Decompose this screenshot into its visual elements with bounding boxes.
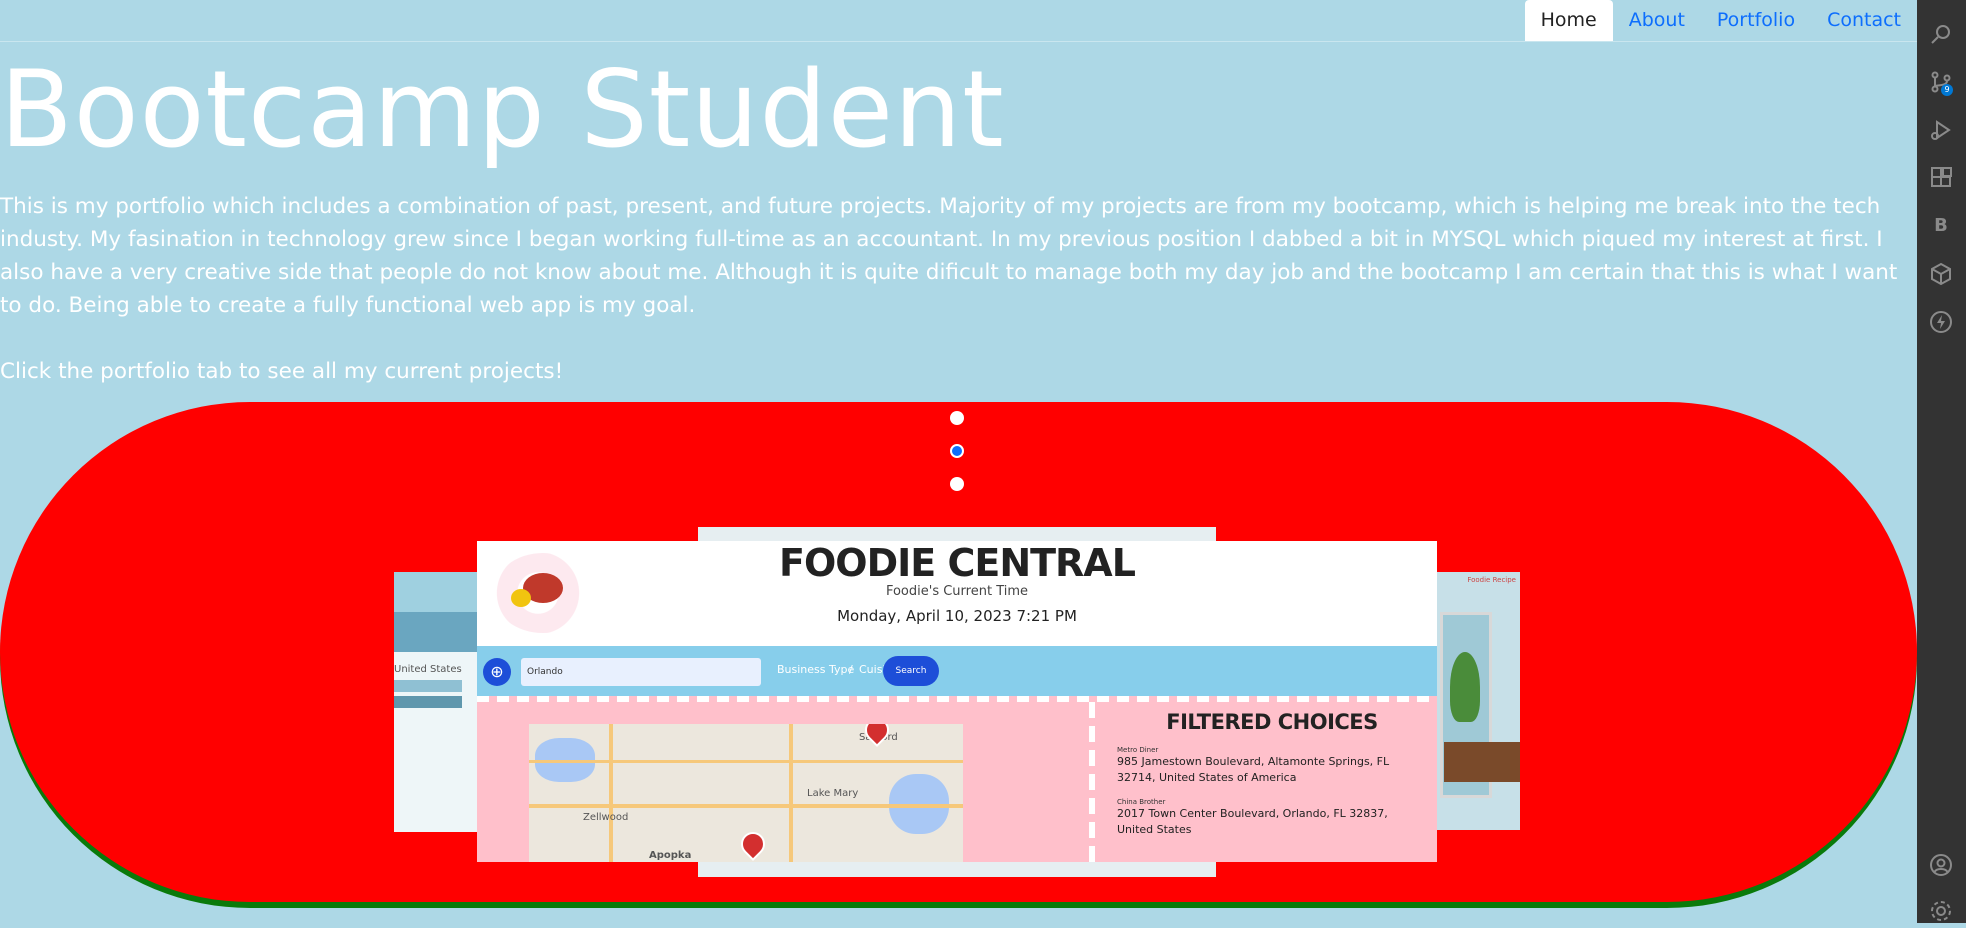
slide-input [394,680,462,692]
activity-bar: 9 B [1917,0,1966,923]
divider [477,696,1437,702]
map-road [529,804,963,808]
slide-banner [394,612,480,652]
carousel-indicator-2[interactable] [950,444,964,458]
source-control-badge: 9 [1941,84,1953,96]
slide-title: FOODIE CENTRAL [779,541,1136,585]
slide-search-button: Search [883,656,939,686]
carousel-indicator-1[interactable] [950,411,964,425]
page-title: Bootcamp Student [0,48,1005,171]
filtered-heading: FILTERED CHOICES [1166,710,1378,734]
result-name: China Brother [1117,798,1166,806]
map-label: Lake Mary [807,788,859,799]
carousel-next-slide[interactable]: Foodie Recipe [1436,572,1520,830]
portfolio-callout: Click the portfolio tab to see all my cu… [0,359,564,384]
top-nav: Home About Portfolio Contact [0,0,1917,42]
search-icon[interactable] [1929,22,1953,46]
business-type-filter: Business Type [777,663,855,676]
table-illustration [1444,742,1520,782]
extensions-icon[interactable] [1929,166,1953,190]
slide-label: United States [394,664,462,675]
map-road [529,760,963,763]
city-search-input [521,658,761,686]
slide-button [394,696,462,708]
map-pin-icon [736,827,770,861]
map-road [609,724,613,862]
tab-home[interactable]: Home [1524,0,1613,41]
location-icon: ⊕ [483,658,511,686]
lightning-icon[interactable] [1929,310,1953,334]
map-view: Sanford Lake Mary Zellwood Apopka [529,724,963,862]
carousel-indicator-3[interactable] [950,477,964,491]
filtered-choices: FILTERED CHOICES Metro Diner 985 Jamesto… [1117,710,1427,838]
slide-header: FOODIE CENTRAL Foodie's Current Time Mon… [477,541,1437,646]
map-road [789,724,793,862]
divider [1089,702,1095,862]
b-icon[interactable]: B [1929,214,1953,238]
account-icon[interactable] [1929,853,1953,877]
box-icon[interactable] [1929,262,1953,286]
project-carousel: United States Foodie Recipe FOODIE CENTR… [0,402,1917,902]
tab-about[interactable]: About [1613,0,1701,41]
slide-subtitle: Foodie's Current Time [885,584,1029,599]
intro-paragraph: This is my portfolio which includes a co… [0,194,1898,318]
settings-gear-icon[interactable] [1929,899,1953,923]
carousel-prev-slide[interactable]: United States [394,572,480,832]
slide-sign: Foodie Recipe [1467,576,1516,584]
slide-content: Sanford Lake Mary Zellwood Apopka FILTER… [477,696,1437,862]
result-name: Metro Diner [1117,746,1159,754]
result-address: 985 Jamestown Boulevard, Altamonte Sprin… [1117,755,1390,784]
map-label: Apopka [649,850,692,861]
run-debug-icon[interactable] [1929,118,1953,142]
slide-banner [394,572,480,612]
result-address: 2017 Town Center Boulevard, Orlando, FL … [1117,807,1388,836]
carousel-active-slide[interactable]: FOODIE CENTRAL Foodie's Current Time Mon… [477,541,1437,862]
nav-tabs: Home About Portfolio Contact [1524,0,1917,41]
plant-illustration [1450,652,1480,722]
tab-contact[interactable]: Contact [1811,0,1917,41]
filter-separator: / [849,663,853,676]
slide-datetime: Monday, April 10, 2023 7:21 PM [837,607,1077,625]
tab-portfolio[interactable]: Portfolio [1701,0,1811,41]
slide-search-bar: ⊕ Business Type / Cuisine Search [477,646,1437,696]
map-label: Zellwood [583,812,629,823]
